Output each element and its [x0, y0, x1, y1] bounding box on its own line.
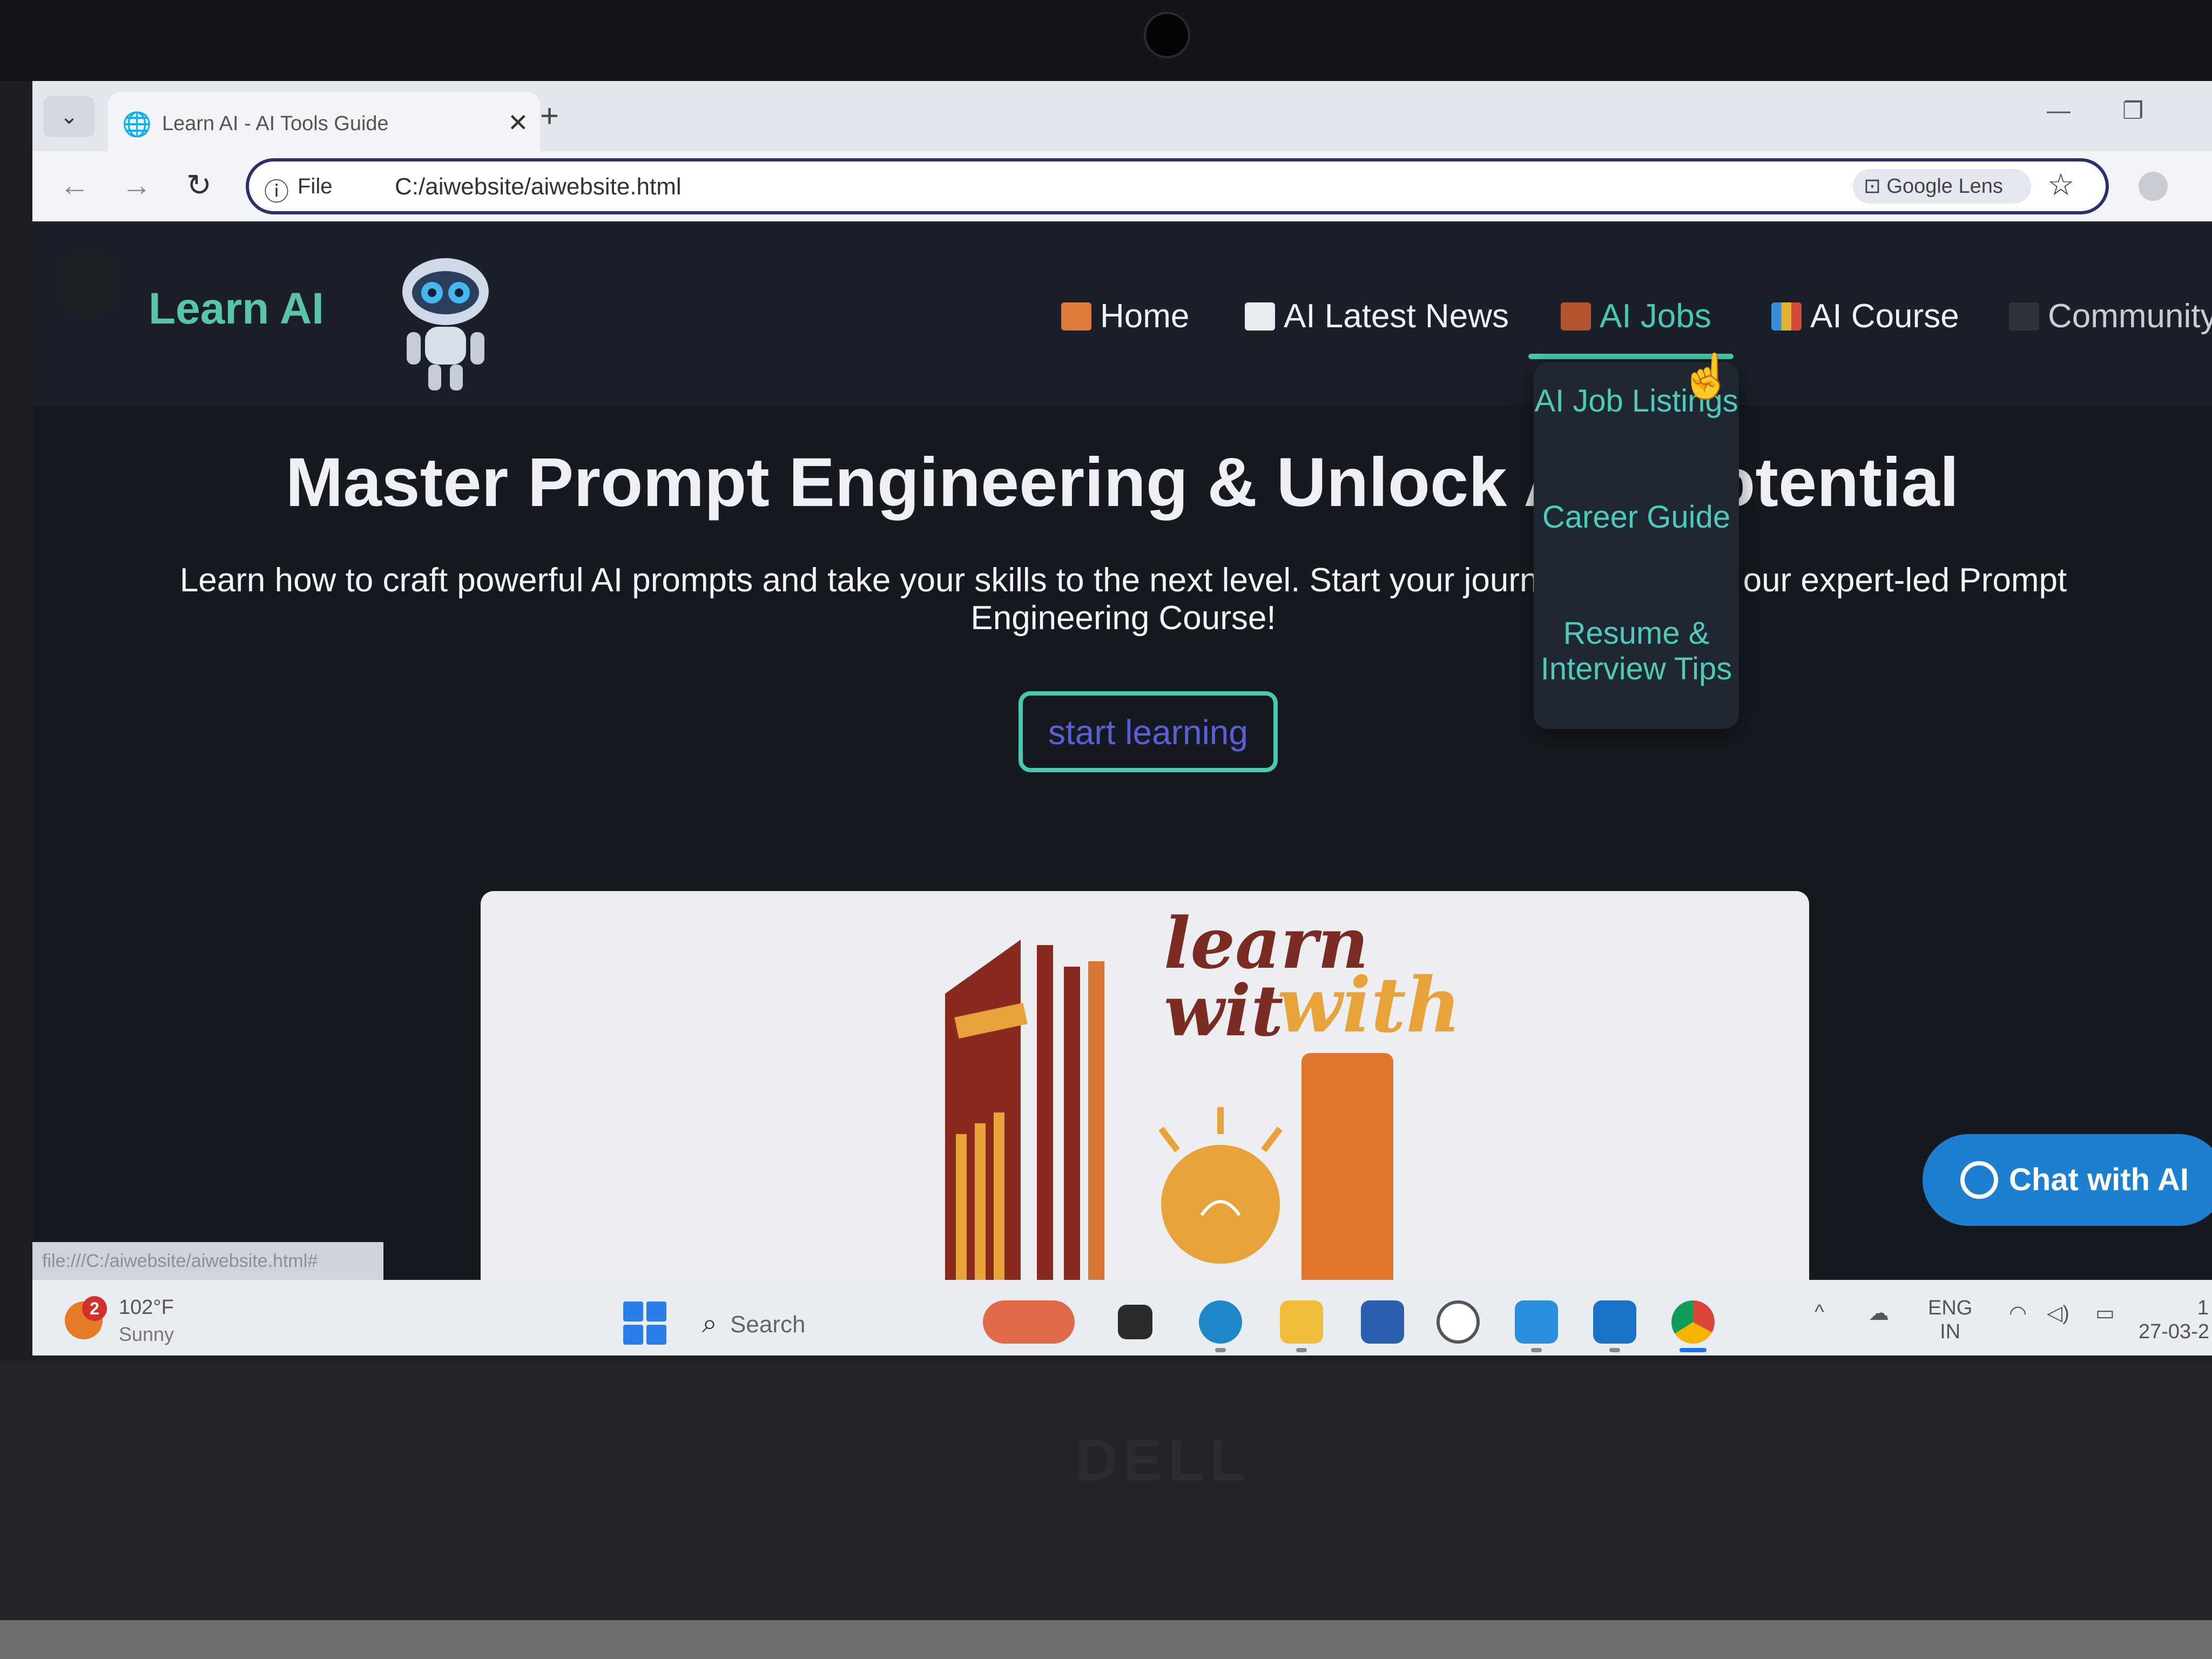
- edge-browser-icon[interactable]: [1199, 1300, 1242, 1344]
- profile-avatar[interactable]: [2139, 172, 2168, 201]
- nav-home[interactable]: Home: [1061, 297, 1189, 335]
- dell-app-icon[interactable]: [1437, 1300, 1480, 1344]
- weather-temperature[interactable]: 102°F: [119, 1296, 174, 1319]
- newspaper-icon: [1245, 302, 1275, 331]
- google-lens-label: Google Lens: [1886, 175, 2003, 198]
- robot-logo-icon: [59, 254, 119, 313]
- nav-community-label: Community: [2048, 298, 2212, 335]
- illustration-text-with: with: [1277, 961, 1461, 1050]
- onedrive-cloud-icon[interactable]: ☁: [1869, 1301, 1889, 1325]
- clock-time: 1: [2197, 1297, 2209, 1319]
- tab-title: Learn AI - AI Tools Guide: [162, 112, 389, 135]
- nav-course-label: AI Course: [1810, 298, 1959, 335]
- weather-condition[interactable]: Sunny: [119, 1323, 174, 1346]
- address-bar[interactable]: ⓘ File C:/aiwebsite/aiwebsite.html ⊡ Goo…: [246, 158, 2109, 214]
- globe-icon: 🌐: [122, 111, 152, 138]
- language-line-2: IN: [1940, 1320, 1961, 1343]
- webcam: [1144, 12, 1190, 58]
- hand-cursor-icon: ☝: [1680, 352, 1734, 400]
- windows-start-icon[interactable]: [623, 1301, 666, 1345]
- nav-news-label: AI Latest News: [1284, 298, 1509, 335]
- search-highlight-icon[interactable]: [983, 1300, 1075, 1344]
- vscode-icon[interactable]: [1515, 1300, 1558, 1344]
- url-text[interactable]: C:/aiwebsite/aiwebsite.html: [395, 173, 682, 200]
- hero-illustration-card: learn wit with: [481, 891, 1809, 1318]
- robot-mascot-icon: [402, 258, 489, 390]
- minimize-button[interactable]: —: [2047, 97, 2071, 124]
- forward-arrow-icon[interactable]: →: [122, 167, 152, 203]
- nav-home-label: Home: [1100, 298, 1190, 335]
- chrome-icon[interactable]: [1671, 1300, 1715, 1344]
- close-tab-icon[interactable]: ✕: [508, 108, 529, 137]
- nav-jobs-label: AI Jobs: [1600, 298, 1711, 335]
- tab-search-button[interactable]: ⌄: [43, 96, 95, 137]
- chat-with-ai-label: Chat with AI: [2009, 1162, 2189, 1197]
- browser-tabstrip: ⌄ 🌐 Learn AI - AI Tools Guide ✕ + — ❐: [32, 81, 2212, 151]
- microsoft-store-icon[interactable]: [1361, 1300, 1404, 1344]
- laptop-hinge: [0, 1620, 2212, 1659]
- status-bar-url: file:///C:/aiwebsite/aiwebsite.html#: [32, 1242, 383, 1280]
- chat-with-ai-button[interactable]: Chat with AI: [1923, 1134, 2212, 1226]
- weather-alert-badge: 2: [82, 1296, 107, 1321]
- nav-ai-course[interactable]: AI Course: [1771, 297, 1959, 335]
- hero-subtitle: Learn how to craft powerful AI prompts a…: [179, 562, 2067, 637]
- file-explorer-icon[interactable]: [1280, 1300, 1323, 1344]
- laptop-bezel-top: [0, 0, 2212, 81]
- back-arrow-icon[interactable]: ←: [59, 167, 90, 203]
- books-icon: [1771, 302, 1802, 331]
- bookmark-star-icon[interactable]: ☆: [2047, 167, 2074, 203]
- nav-ai-jobs[interactable]: AI Jobs: [1561, 297, 1711, 335]
- website: Learn AI Home AI Latest News AI Jobs AI …: [32, 221, 2212, 1318]
- dropdown-item-resume-interview-tips[interactable]: Resume & Interview Tips: [1534, 616, 1739, 687]
- site-logo-text[interactable]: Learn AI: [149, 284, 324, 334]
- search-icon: ⌕: [702, 1308, 717, 1338]
- wifi-icon[interactable]: ◠: [2009, 1301, 2027, 1325]
- start-learning-button[interactable]: start learning: [1019, 691, 1278, 772]
- browser-tab[interactable]: 🌐 Learn AI - AI Tools Guide ✕: [108, 92, 540, 151]
- new-tab-button[interactable]: +: [540, 97, 559, 134]
- screen: ⌄ 🌐 Learn AI - AI Tools Guide ✕ + — ❐ ← …: [32, 81, 2212, 1355]
- info-icon[interactable]: ⓘ: [264, 172, 289, 208]
- browser-toolbar: ← → ↻ ⓘ File C:/aiwebsite/aiwebsite.html…: [32, 151, 2212, 221]
- ai-jobs-dropdown: AI Job Listings Career Guide Resume & In…: [1534, 362, 1739, 729]
- battery-icon[interactable]: ▭: [2095, 1301, 2115, 1325]
- restore-button[interactable]: ❐: [2122, 97, 2143, 125]
- windows-taskbar: 2 102°F Sunny ⌕ Search ^ ☁ ENG IN ◠ ◁) ▭ 1…: [32, 1280, 2212, 1355]
- taskbar-search-label: Search: [730, 1311, 806, 1338]
- dropdown-item-career-guide[interactable]: Career Guide: [1534, 500, 1739, 535]
- people-icon: [2009, 302, 2039, 331]
- task-view-icon[interactable]: [1118, 1305, 1152, 1339]
- openai-icon: [1960, 1161, 1998, 1199]
- outlook-icon[interactable]: [1593, 1300, 1636, 1344]
- briefcase-icon: [1561, 302, 1591, 331]
- house-icon: [1061, 302, 1091, 331]
- illustration-text-wit: wit: [1164, 969, 1284, 1052]
- books-lightbulb-illustration: [945, 940, 1393, 1318]
- dell-logo-text: DELL: [1075, 1427, 1252, 1493]
- language-indicator[interactable]: ENG IN: [1928, 1296, 1972, 1344]
- site-header: Learn AI Home AI Latest News AI Jobs AI …: [32, 221, 2212, 405]
- taskbar-search[interactable]: ⌕ Search: [702, 1301, 983, 1345]
- nav-ai-latest-news[interactable]: AI Latest News: [1245, 297, 1509, 335]
- clock[interactable]: 1 27-03-2: [2139, 1296, 2209, 1344]
- reload-icon[interactable]: ↻: [186, 167, 212, 203]
- laptop-bezel-bottom: DELL: [0, 1361, 2212, 1659]
- url-scheme-chip[interactable]: File: [298, 174, 332, 199]
- language-line-1: ENG: [1928, 1297, 1973, 1319]
- show-hidden-icons-chevron-icon[interactable]: ^: [1815, 1300, 1824, 1324]
- volume-icon[interactable]: ◁): [2047, 1301, 2069, 1325]
- clock-date: 27-03-2: [2139, 1320, 2209, 1343]
- google-lens-button[interactable]: ⊡ Google Lens: [1853, 169, 2031, 204]
- hero-title: Master Prompt Engineering & Unlock AI’s …: [285, 444, 1959, 521]
- nav-community[interactable]: Community: [2009, 297, 2212, 335]
